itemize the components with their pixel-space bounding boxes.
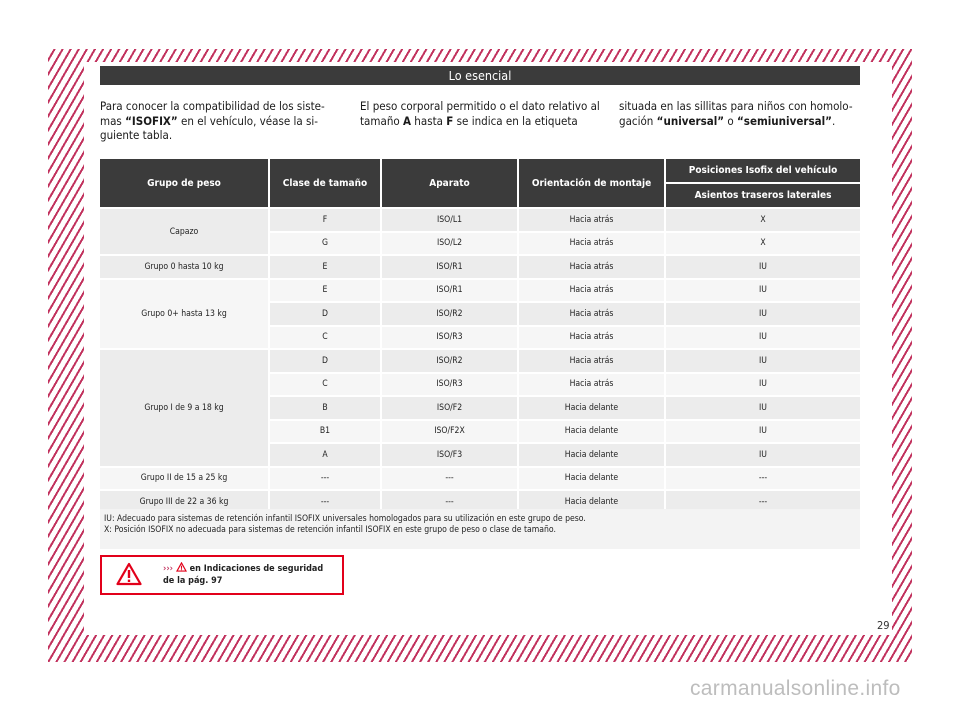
weight-group-cell: Grupo 0+ hasta 13 kg	[100, 279, 270, 348]
intro-column-1: Para conocer la compatibilidad de los si…	[100, 99, 325, 142]
weight-group-cell: Capazo	[100, 209, 270, 254]
header-orientation: Orientación de montaje	[519, 159, 666, 207]
table-row: Grupo II de 15 a 25 kg --- --- Hacia delant…	[100, 467, 860, 489]
size-class-cell: F	[270, 209, 382, 231]
size-class-cell: D	[270, 303, 382, 325]
orientation-cell: Hacia delante	[519, 444, 666, 466]
device-cell: ISO/R3	[382, 326, 519, 348]
size-class-cell: C	[270, 326, 382, 348]
position-cell: X	[666, 209, 860, 231]
orientation-cell: Hacia atrás	[519, 232, 666, 254]
small-warning-icon	[175, 561, 187, 572]
orientation-cell: Hacia atrás	[519, 256, 666, 278]
orientation-cell: Hacia delante	[519, 420, 666, 442]
table-row: Grupo 0 hasta 10 kg E ISO/R1 Hacia atrás IU	[100, 256, 860, 278]
orientation-cell: Hacia atrás	[519, 326, 666, 348]
weight-group-cell: Grupo II de 15 a 25 kg	[100, 467, 270, 489]
warning-box: ››› en Indicaciones de seguridad de la p…	[100, 555, 344, 595]
position-cell: IU	[666, 350, 860, 372]
orientation-cell: Hacia atrás	[519, 350, 666, 372]
table-legend: IU: Adecuado para sistemas de retención …	[100, 509, 860, 549]
weight-group-cell: Grupo I de 9 a 18 kg	[100, 350, 270, 466]
position-cell: IU	[666, 279, 860, 301]
header-isofix-positions: Posiciones Isofix del vehículo	[666, 159, 860, 182]
legend-x: X: Posición ISOFIX no adecuada para sist…	[104, 525, 556, 535]
size-class-cell: A	[270, 444, 382, 466]
device-cell: ISO/R2	[382, 303, 519, 325]
intro-column-2: El peso corporal permitido o el dato rel…	[360, 99, 600, 128]
header-rear-side-seats: Asientos traseros laterales	[666, 184, 860, 207]
device-cell: ---	[382, 467, 519, 489]
size-class-cell: G	[270, 232, 382, 254]
size-class-cell: B	[270, 397, 382, 419]
section-header: Lo esencial	[100, 66, 860, 85]
size-class-cell: E	[270, 279, 382, 301]
header-device: Aparato	[382, 159, 519, 207]
device-cell: ISO/F2	[382, 397, 519, 419]
orientation-cell: Hacia atrás	[519, 279, 666, 301]
size-class-cell: D	[270, 350, 382, 372]
header-size-class: Clase de tamaño	[270, 159, 382, 207]
device-cell: ISO/R1	[382, 279, 519, 301]
position-cell: IU	[666, 303, 860, 325]
table-row: Grupo 0+ hasta 13 kg E ISO/R1 Hacia atrás IU	[100, 279, 860, 348]
table-body: Capazo F ISO/L1 Hacia atrás X G ISO/L2 Hacia at…	[100, 209, 860, 513]
position-cell: IU	[666, 326, 860, 348]
size-class-cell: B1	[270, 420, 382, 442]
legend-iu: IU: Adecuado para sistemas de retención …	[104, 514, 586, 524]
header-weight-group: Grupo de peso	[100, 159, 270, 207]
warning-reference[interactable]: ››› en Indicaciones de seguridad de la p…	[163, 561, 337, 587]
position-cell: X	[666, 232, 860, 254]
device-cell: ISO/L2	[382, 232, 519, 254]
device-cell: ISO/R3	[382, 373, 519, 395]
device-cell: ISO/L1	[382, 209, 519, 231]
size-class-cell: C	[270, 373, 382, 395]
device-cell: ISO/R1	[382, 256, 519, 278]
device-cell: ISO/F3	[382, 444, 519, 466]
warning-triangle-icon	[116, 562, 142, 586]
isofix-table: Grupo de peso Clase de tamaño Aparato Or…	[100, 157, 860, 515]
size-class-cell: ---	[270, 467, 382, 489]
orientation-cell: Hacia atrás	[519, 303, 666, 325]
device-cell: ISO/F2X	[382, 420, 519, 442]
device-cell: ISO/R2	[382, 350, 519, 372]
table-row: Grupo I de 9 a 18 kg D ISO/R2 Hacia atrás IU	[100, 350, 860, 466]
position-cell: IU	[666, 420, 860, 442]
position-cell: ---	[666, 467, 860, 489]
orientation-cell: Hacia atrás	[519, 373, 666, 395]
position-cell: IU	[666, 444, 860, 466]
intro-column-3: situada en las sillitas para niños con h…	[619, 99, 853, 128]
position-cell: IU	[666, 256, 860, 278]
orientation-cell: Hacia delante	[519, 467, 666, 489]
page-number: 29	[877, 619, 890, 632]
position-cell: IU	[666, 397, 860, 419]
orientation-cell: Hacia atrás	[519, 209, 666, 231]
position-cell: IU	[666, 373, 860, 395]
size-class-cell: E	[270, 256, 382, 278]
table-row: Capazo F ISO/L1 Hacia atrás X	[100, 209, 860, 254]
orientation-cell: Hacia delante	[519, 397, 666, 419]
weight-group-cell: Grupo 0 hasta 10 kg	[100, 256, 270, 278]
watermark: carmanualsonline.info	[690, 677, 901, 700]
